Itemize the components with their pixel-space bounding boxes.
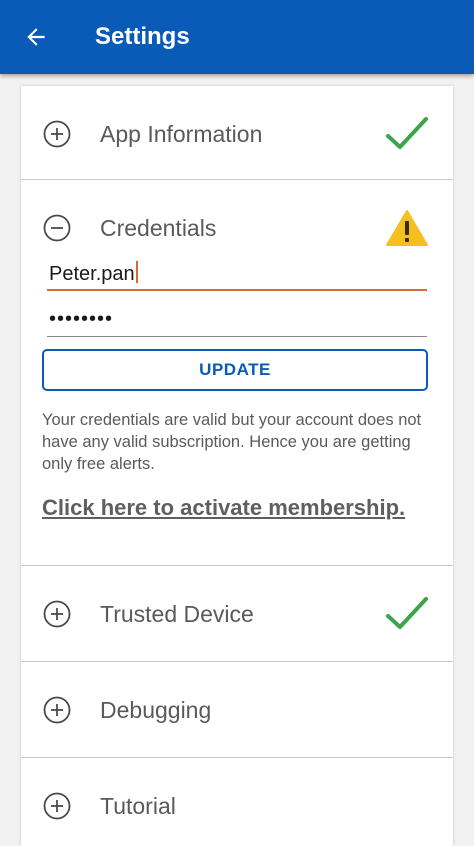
username-underline	[47, 289, 427, 291]
section-debugging[interactable]: Debugging	[21, 682, 453, 738]
section-tutorial[interactable]: Tutorial	[21, 778, 453, 834]
section-credentials[interactable]: Credentials	[21, 200, 453, 256]
warning-icon	[386, 210, 428, 246]
check-icon	[386, 597, 428, 629]
credentials-info-text: Your credentials are valid but your acco…	[42, 411, 422, 473]
divider	[21, 661, 453, 662]
plus-circle-icon[interactable]	[43, 792, 71, 820]
password-field[interactable]: ••••••••	[47, 304, 431, 334]
section-app-information[interactable]: App Information	[21, 106, 453, 162]
update-button[interactable]: UPDATE	[42, 349, 428, 391]
settings-card: App Information Credentials Peter.pan ••…	[21, 86, 453, 846]
minus-circle-icon[interactable]	[43, 214, 71, 242]
arrow-left-icon	[27, 28, 45, 46]
check-icon	[386, 117, 428, 149]
section-trusted-device[interactable]: Trusted Device	[21, 586, 453, 642]
text-caret	[135, 261, 138, 283]
plus-circle-icon[interactable]	[43, 120, 71, 148]
back-button[interactable]	[16, 17, 56, 57]
password-value: ••••••••	[49, 308, 114, 330]
section-label: Debugging	[100, 697, 212, 723]
activate-membership-link[interactable]: Click here to activate membership.	[42, 495, 442, 521]
section-label: Credentials	[100, 215, 217, 241]
plus-circle-icon[interactable]	[43, 600, 71, 628]
plus-circle-icon[interactable]	[43, 696, 71, 724]
section-label: App Information	[100, 121, 263, 147]
section-label: Tutorial	[100, 793, 176, 819]
username-field[interactable]: Peter.pan	[47, 259, 431, 289]
username-value: Peter.pan	[49, 263, 135, 285]
divider	[21, 565, 453, 566]
divider	[21, 179, 453, 180]
section-label: Trusted Device	[100, 601, 254, 627]
app-bar: Settings	[0, 0, 474, 74]
divider	[21, 757, 453, 758]
password-underline	[47, 336, 427, 337]
page-title: Settings	[95, 23, 190, 50]
